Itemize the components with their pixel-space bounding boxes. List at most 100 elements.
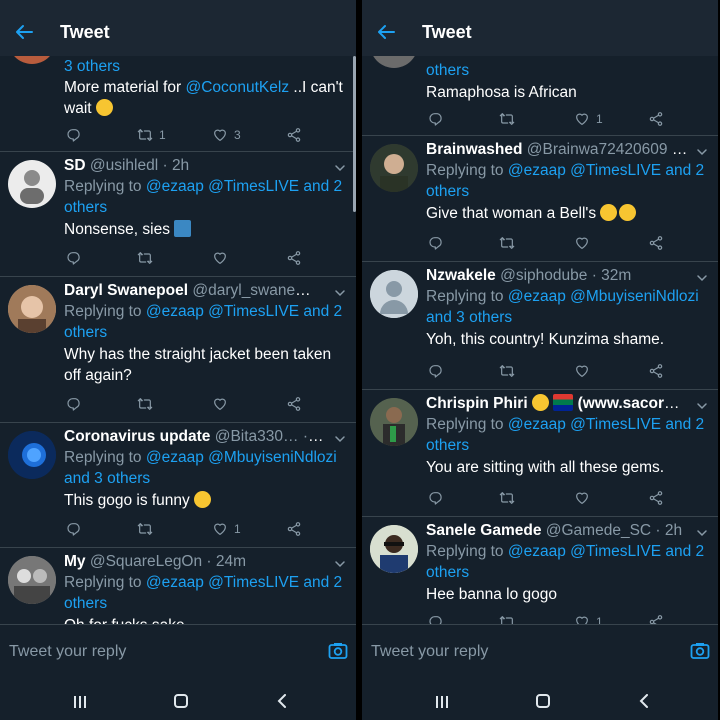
like-button[interactable] — [574, 363, 590, 379]
avatar[interactable] — [370, 398, 418, 446]
chevron-down-icon[interactable] — [696, 146, 708, 158]
avatar[interactable] — [370, 56, 418, 68]
reply-icon[interactable] — [66, 250, 82, 266]
chevron-down-icon[interactable] — [334, 162, 346, 174]
retweet-button[interactable] — [499, 614, 515, 624]
handle[interactable]: @Brainwa72420609 — [527, 141, 668, 158]
recents-icon[interactable] — [435, 695, 449, 709]
back-arrow-icon[interactable] — [14, 22, 34, 42]
display-name[interactable]: Nzwakele — [426, 267, 496, 284]
tweet[interactable]: My @SquareLegOn · 24m Replying to @ezaap… — [0, 548, 356, 624]
retweet-button[interactable] — [499, 363, 515, 379]
share-icon[interactable] — [286, 250, 302, 266]
tweet-actions — [426, 226, 718, 260]
tweet[interactable]: Nzwakele @siphodube · 32m Replying to @e… — [362, 262, 718, 390]
handle[interactable]: @daryl_swane… — [192, 282, 310, 299]
display-name[interactable]: Sanele Gamede — [426, 522, 541, 539]
avatar[interactable] — [8, 56, 56, 64]
retweet-button[interactable] — [499, 235, 515, 251]
tweet[interactable]: Sanele Gamede @Gamede_SC · 2h Replying t… — [362, 517, 718, 624]
reply-icon[interactable] — [66, 127, 82, 143]
reply-icon[interactable] — [66, 396, 82, 412]
avatar[interactable] — [370, 270, 418, 318]
like-button[interactable] — [574, 490, 590, 506]
reply-bar[interactable]: Tweet your reply — [0, 624, 356, 682]
tweet-feed[interactable]: 3 others More material for @CoconutKelz … — [0, 56, 356, 624]
handle[interactable]: @Gamede_SC — [546, 522, 651, 539]
chevron-down-icon[interactable] — [696, 272, 708, 284]
home-icon[interactable] — [536, 694, 550, 708]
back-arrow-icon[interactable] — [376, 22, 396, 42]
display-name[interactable]: Chrispin Phiri — [426, 395, 528, 412]
handle[interactable]: @siphodube — [500, 267, 587, 284]
tweet[interactable]: SD @usihledl · 2h Replying to @ezaap @Ti… — [0, 152, 356, 277]
home-icon[interactable] — [174, 694, 188, 708]
like-button[interactable] — [574, 235, 590, 251]
tweet[interactable]: Daryl Swanepoel @daryl_swane… · 2h Reply… — [0, 277, 356, 423]
display-name[interactable]: SD — [64, 157, 86, 174]
reply-input[interactable]: Tweet your reply — [9, 643, 126, 661]
avatar[interactable] — [370, 525, 418, 573]
like-button[interactable]: 3 — [212, 127, 241, 143]
mention-link[interactable]: @CoconutKelz — [185, 79, 289, 96]
scroll-indicator[interactable] — [353, 56, 356, 212]
camera-icon[interactable] — [328, 641, 348, 661]
share-icon[interactable] — [286, 127, 302, 143]
chevron-down-icon[interactable] — [334, 558, 346, 570]
avatar[interactable] — [370, 144, 418, 192]
like-button[interactable]: 1 — [574, 614, 603, 624]
share-icon[interactable] — [648, 111, 664, 127]
reply-icon[interactable] — [428, 490, 444, 506]
mention-link[interactable]: others — [426, 62, 469, 79]
reply-icon[interactable] — [428, 235, 444, 251]
display-name[interactable]: Brainwashed — [426, 141, 522, 158]
tweet-partial[interactable]: others Ramaphosa is African 1 — [362, 56, 718, 136]
retweet-button[interactable] — [499, 490, 515, 506]
mention-link[interactable]: 3 others — [64, 58, 120, 75]
avatar[interactable] — [8, 431, 56, 479]
share-icon[interactable] — [648, 490, 664, 506]
like-button[interactable]: 1 — [212, 521, 241, 537]
reply-icon[interactable] — [66, 521, 82, 537]
like-button[interactable]: 1 — [574, 111, 603, 127]
avatar[interactable] — [8, 160, 56, 208]
tweet[interactable]: Brainwashed @Brainwa72420609 · 1h Replyi… — [362, 136, 718, 262]
share-icon[interactable] — [648, 614, 664, 624]
chevron-down-icon[interactable] — [334, 287, 346, 299]
display-name[interactable]: My — [64, 553, 86, 570]
tweet-feed[interactable]: others Ramaphosa is African 1 Brainwashe… — [362, 56, 718, 624]
display-name[interactable]: Daryl Swanepoel — [64, 282, 188, 299]
share-icon[interactable] — [648, 235, 664, 251]
retweet-button[interactable] — [137, 521, 153, 537]
retweet-button[interactable]: 1 — [137, 127, 166, 143]
reply-bar[interactable]: Tweet your reply — [362, 624, 718, 682]
retweet-button[interactable] — [137, 250, 153, 266]
reply-icon[interactable] — [428, 614, 444, 624]
share-icon[interactable] — [286, 521, 302, 537]
reply-icon[interactable] — [428, 363, 444, 379]
handle[interactable]: @usihledl — [90, 157, 158, 174]
display-name[interactable]: Coronavirus update — [64, 428, 210, 445]
tweet-partial[interactable]: 3 others More material for @CoconutKelz … — [0, 56, 356, 152]
nav-back-icon[interactable] — [276, 694, 288, 708]
like-button[interactable] — [212, 250, 228, 266]
reply-icon[interactable] — [428, 111, 444, 127]
camera-icon[interactable] — [690, 641, 710, 661]
handle[interactable]: @Bita330… — [215, 428, 299, 445]
avatar[interactable] — [8, 285, 56, 333]
handle[interactable]: @SquareLegOn — [90, 553, 202, 570]
chevron-down-icon[interactable] — [696, 400, 708, 412]
nav-back-icon[interactable] — [638, 694, 650, 708]
like-button[interactable] — [212, 396, 228, 412]
reply-input[interactable]: Tweet your reply — [371, 643, 488, 661]
chevron-down-icon[interactable] — [334, 433, 346, 445]
retweet-button[interactable] — [499, 111, 515, 127]
recents-icon[interactable] — [73, 695, 87, 709]
avatar[interactable] — [8, 556, 56, 604]
tweet[interactable]: Coronavirus update @Bita330… · 52m Reply… — [0, 423, 356, 548]
tweet[interactable]: Chrispin Phiri (www.sacor… · 3h Replying… — [362, 390, 718, 517]
share-icon[interactable] — [648, 363, 664, 379]
share-icon[interactable] — [286, 396, 302, 412]
retweet-button[interactable] — [137, 396, 153, 412]
chevron-down-icon[interactable] — [696, 527, 708, 539]
